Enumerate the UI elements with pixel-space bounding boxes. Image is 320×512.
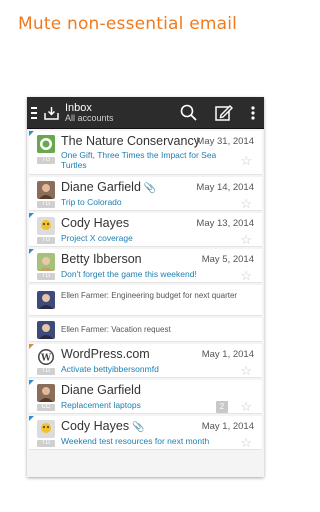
search-icon[interactable]: [170, 97, 206, 129]
message-subject: Don't forget the game this weekend!: [61, 269, 197, 279]
unread-marker: [29, 249, 34, 254]
message-date: May 1, 2014: [201, 421, 254, 432]
message-subject: Replacement laptops: [61, 400, 141, 410]
star-icon[interactable]: ☆: [240, 435, 252, 451]
message-date: May 5, 2014: [201, 254, 254, 265]
message-subject: Project X coverage: [61, 233, 133, 243]
star-icon[interactable]: ☆: [240, 232, 252, 248]
thread-count-badge: 2: [216, 401, 228, 413]
inbox-icon: [41, 97, 61, 129]
title: Inbox: [65, 101, 92, 114]
muted-list-item[interactable]: Ellen Farmer: Vacation request: [29, 318, 262, 342]
menu-icon[interactable]: [27, 97, 41, 129]
overflow-menu-icon[interactable]: [242, 97, 264, 129]
list-item[interactable]: W TG WordPress.com May 1, 2014 Activate …: [29, 344, 262, 378]
sender-text: Diane Garfield: [61, 180, 141, 194]
unread-marker: [29, 380, 34, 385]
list-item[interactable]: TG Cody Hayes 📎 May 1, 2014 Weekend test …: [29, 416, 262, 450]
message-subject: Weekend test resources for next month: [61, 436, 210, 446]
avatar: [37, 253, 55, 271]
sender-name: Betty Ibberson: [61, 252, 142, 266]
subtitle: All accounts: [65, 112, 114, 123]
avatar: W: [37, 348, 55, 366]
avatar: [37, 181, 55, 199]
avatar: [37, 321, 55, 339]
avatar: [37, 384, 55, 402]
message-date: May 1, 2014: [201, 349, 254, 360]
muted-message-text: Ellen Farmer: Vacation request: [61, 325, 171, 334]
account-icon: TG: [37, 201, 55, 208]
message-date: May 13, 2014: [196, 218, 254, 229]
sender-text: Cody Hayes: [61, 419, 130, 433]
avatar: [37, 217, 55, 235]
attachment-icon: 📎: [132, 422, 145, 433]
account-icon: TG: [37, 440, 55, 447]
sender-name: Diane Garfield 📎: [61, 180, 156, 194]
phone-screen: Inbox All accounts TG The Nature Conserv…: [27, 97, 264, 477]
star-icon[interactable]: ☆: [240, 196, 252, 212]
unread-marker: [29, 344, 34, 349]
sender-name: Diane Garfield: [61, 383, 141, 397]
star-icon[interactable]: ☆: [240, 153, 252, 169]
account-icon: TG: [37, 273, 55, 280]
list-item[interactable]: TG Diane Garfield 📎 May 14, 2014 Trip to …: [29, 177, 262, 211]
star-icon[interactable]: ☆: [240, 363, 252, 379]
unread-marker: [29, 416, 34, 421]
inbox-title[interactable]: Inbox All accounts: [61, 102, 170, 124]
avatar: [37, 291, 55, 309]
message-date: May 14, 2014: [196, 182, 254, 193]
avatar: [37, 135, 55, 153]
account-icon: TG: [37, 368, 55, 375]
list-item[interactable]: TG Cody Hayes May 13, 2014 Project X cov…: [29, 213, 262, 247]
account-icon: CC: [37, 404, 55, 411]
attachment-icon: 📎: [143, 183, 157, 194]
star-icon[interactable]: ☆: [240, 399, 252, 415]
list-item[interactable]: TG The Nature Conservancy May 31, 2014 O…: [29, 131, 262, 175]
sender-name: WordPress.com: [61, 347, 150, 361]
sender-name: Cody Hayes: [61, 216, 130, 230]
avatar: [37, 420, 55, 438]
message-subject: One Gift, Three Times the Impact for Sea…: [61, 150, 217, 170]
sender-name: Cody Hayes 📎: [61, 419, 145, 433]
account-icon: TG: [37, 237, 55, 244]
headline: Mute non-essential email: [18, 14, 238, 34]
svg-text:W: W: [40, 354, 52, 364]
muted-message-text: Ellen Farmer: Engineering budget for nex…: [61, 291, 238, 300]
sender-name: The Nature Conservancy: [61, 134, 200, 148]
app-bar: Inbox All accounts: [27, 97, 264, 129]
unread-marker: [29, 131, 34, 136]
message-subject: Activate bettyibbersonmfd: [61, 364, 159, 374]
message-subject: Trip to Colorado: [61, 197, 122, 207]
unread-marker: [29, 213, 34, 218]
compose-icon[interactable]: [206, 97, 242, 129]
star-icon[interactable]: ☆: [240, 268, 252, 284]
list-item[interactable]: TG Betty Ibberson May 5, 2014 Don't forg…: [29, 249, 262, 283]
message-date: May 31, 2014: [196, 136, 254, 147]
message-list: TG The Nature Conservancy May 31, 2014 O…: [27, 129, 264, 450]
account-icon: TG: [37, 157, 55, 164]
list-item[interactable]: CC Diane Garfield Replacement laptops 2 …: [29, 380, 262, 414]
muted-list-item[interactable]: Ellen Farmer: Engineering budget for nex…: [29, 285, 262, 316]
